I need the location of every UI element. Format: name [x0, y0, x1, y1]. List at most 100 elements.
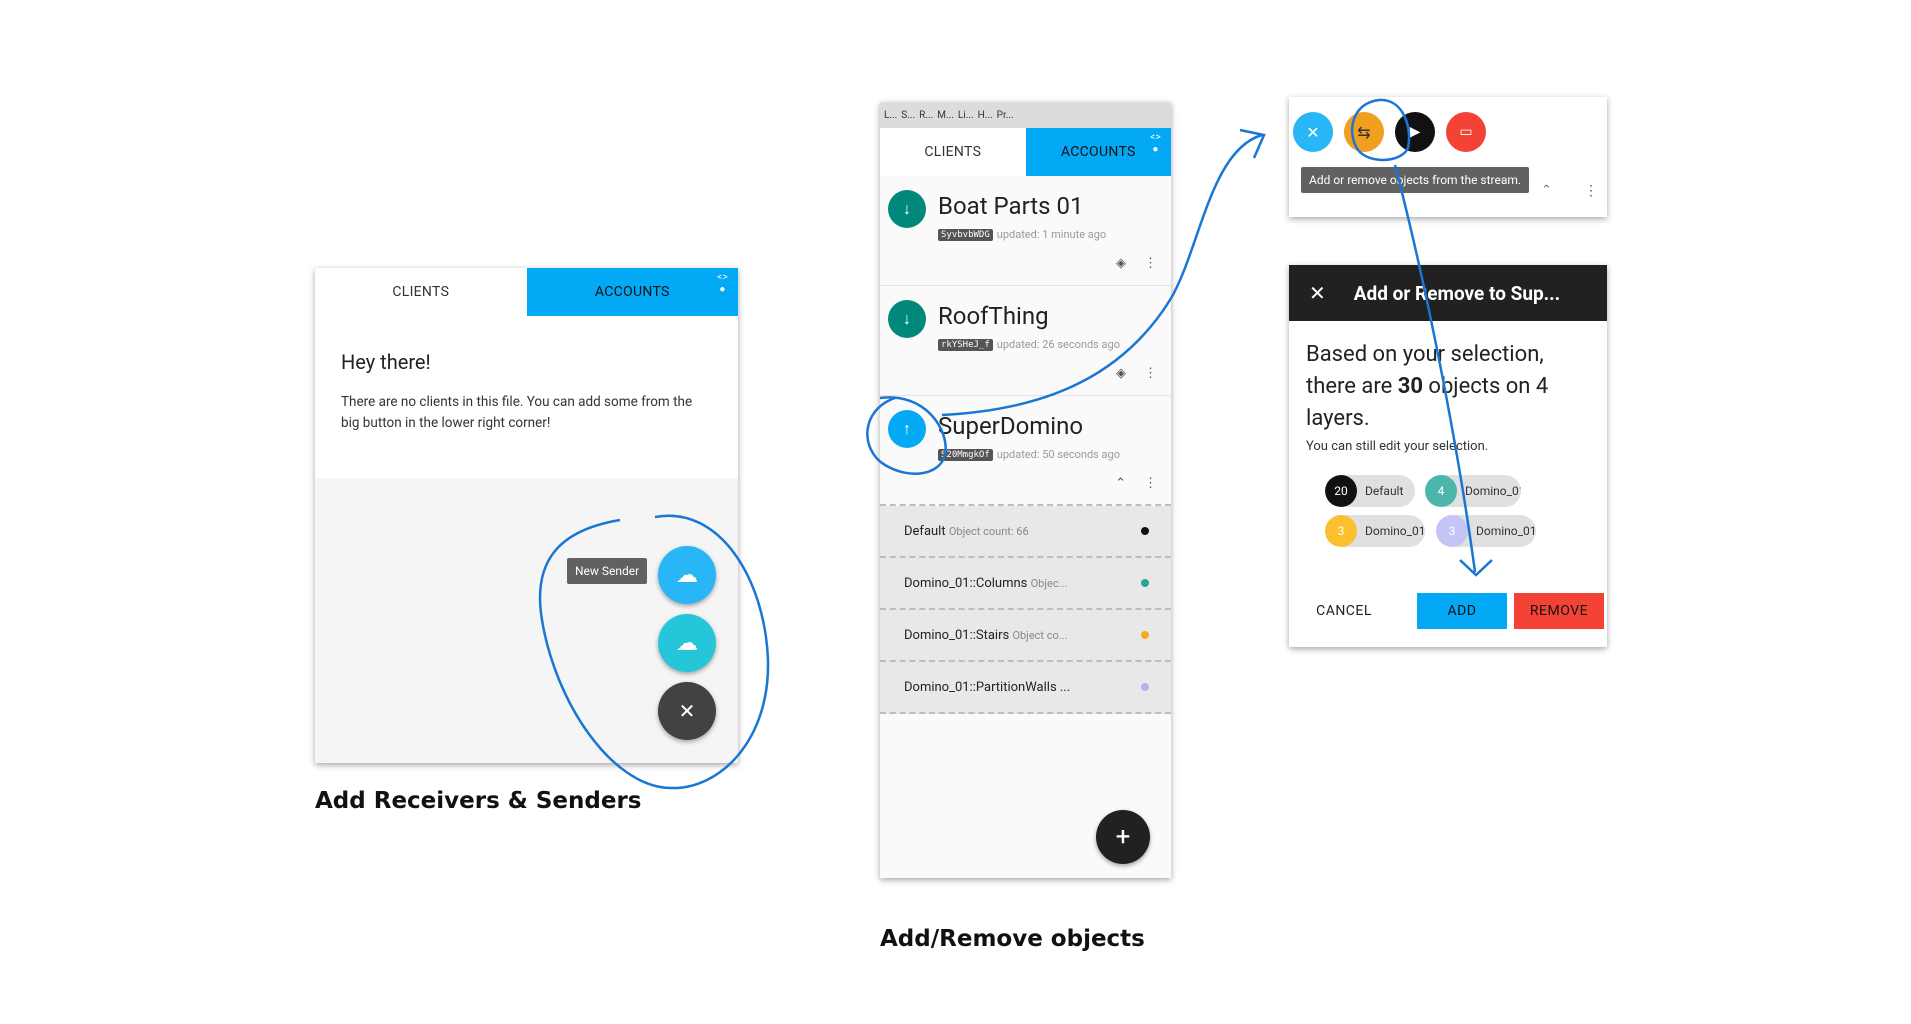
layer-color-dot — [1141, 683, 1149, 691]
client-name: Boat Parts 01 — [938, 192, 1084, 220]
bug-icon[interactable]: ● — [719, 284, 725, 296]
browser-tab[interactable]: L... — [884, 110, 897, 121]
tab-clients[interactable]: CLIENTS — [880, 128, 1026, 176]
client-card[interactable]: ↓ RoofThing rkYSHeJ_f updated: 26 second… — [880, 286, 1171, 396]
client-meta: rkYSHeJ_f updated: 26 seconds ago — [938, 338, 1120, 351]
plus-icon: + — [1115, 822, 1131, 852]
close-fab-button[interactable]: ✕ — [658, 682, 716, 740]
browser-tab[interactable]: M... — [937, 110, 954, 121]
chip-label: Domino_01: — [1476, 524, 1536, 538]
remove-button[interactable]: REMOVE — [1514, 593, 1604, 629]
client-card[interactable]: ↓ Boat Parts 01 SyvbvbWDG updated: 1 min… — [880, 176, 1171, 286]
layer-chip[interactable]: 3 Domino_01: — [1325, 515, 1425, 547]
empty-state-heading: Hey there! — [341, 350, 431, 374]
browser-tab[interactable]: Li... — [958, 110, 974, 121]
tab-accounts[interactable]: ACCOUNTS <> ● — [526, 268, 738, 316]
sender-up-icon[interactable]: ↑ — [888, 410, 926, 448]
close-icon: ✕ — [678, 699, 696, 723]
layer-row[interactable]: Domino_01::Stairs Object co... — [880, 610, 1171, 662]
play-button[interactable]: ▶ — [1395, 112, 1435, 152]
layer-chip[interactable]: 20 Default — [1325, 475, 1415, 507]
add-button[interactable]: ADD — [1417, 593, 1507, 629]
receiver-down-icon[interactable]: ↓ — [888, 300, 926, 338]
stream-id-badge: SyvbvbWDG — [938, 228, 993, 241]
updated-text: updated: 50 seconds ago — [996, 448, 1120, 461]
dev-tools: <> ● — [717, 272, 728, 296]
updated-text: updated: 26 seconds ago — [996, 338, 1120, 351]
layer-color-dot — [1141, 579, 1149, 587]
dialog-header: ✕ Add or Remove to Sup... — [1289, 265, 1607, 321]
receiver-down-icon[interactable]: ↓ — [888, 190, 926, 228]
code-icon[interactable]: <> — [1150, 132, 1161, 144]
client-name: RoofThing — [938, 302, 1049, 330]
layer-row[interactable]: Default Object count: 66 — [880, 506, 1171, 558]
layer-name: Domino_01::PartitionWalls ... — [904, 679, 1071, 695]
code-icon[interactable]: <> — [717, 272, 728, 284]
cloud-upload-icon: ☁ — [676, 562, 698, 588]
new-sender-button[interactable]: ☁ — [658, 546, 716, 604]
more-vert-icon[interactable]: ⋮ — [1144, 366, 1157, 381]
client-card[interactable]: ↑ SuperDomino S20MmgkOf updated: 50 seco… — [880, 396, 1171, 506]
chip-label: Domino_01: — [1465, 484, 1521, 498]
layer-color-dot — [1141, 631, 1149, 639]
chip-count: 3 — [1436, 515, 1468, 547]
new-receiver-button[interactable]: ☁ — [658, 614, 716, 672]
tab-clients[interactable]: CLIENTS — [315, 268, 527, 316]
cancel-button[interactable]: CANCEL — [1304, 593, 1384, 629]
delete-button[interactable]: ▭ — [1446, 112, 1486, 152]
layer-chip[interactable]: 3 Domino_01: — [1436, 515, 1536, 547]
client-name: SuperDomino — [938, 412, 1084, 440]
layer-chip[interactable]: 4 Domino_01: — [1425, 475, 1521, 507]
dialog-note: You can still edit your selection. — [1306, 439, 1489, 454]
chevron-up-icon[interactable]: ⌃ — [1115, 476, 1126, 491]
tab-accounts-label: ACCOUNTS — [1060, 144, 1136, 160]
cloud-download-icon: ☁ — [676, 630, 698, 656]
browser-tab[interactable]: H... — [978, 110, 993, 121]
chevron-up-icon[interactable]: ⌃ — [1541, 183, 1552, 198]
layer-label: Domino_01::Columns Objec... — [904, 576, 1067, 591]
caption-add-remove-objects: Add/Remove objects — [880, 926, 1145, 952]
browser-tab-strip: L... S... R... M... Li... H... Pr... — [880, 102, 1171, 128]
browser-tab[interactable]: S... — [901, 110, 915, 121]
browser-tab[interactable]: R... — [919, 110, 933, 121]
stream-id-badge: S20MmgkOf — [938, 448, 993, 461]
add-client-button[interactable]: + — [1096, 810, 1150, 864]
browser-tab[interactable]: Pr... — [997, 110, 1014, 121]
close-icon[interactable]: ✕ — [1309, 281, 1326, 305]
more-vert-icon[interactable]: ⋮ — [1144, 256, 1157, 271]
empty-state-card: Hey there! There are no clients in this … — [315, 316, 738, 478]
bug-icon[interactable]: ● — [1152, 144, 1158, 156]
chip-count: 20 — [1325, 475, 1357, 507]
layer-name: Domino_01::Stairs — [904, 627, 1010, 643]
empty-state-body: There are no clients in this file. You c… — [341, 394, 693, 431]
layers-icon[interactable]: ◈ — [1116, 256, 1126, 271]
client-meta: SyvbvbWDG updated: 1 minute ago — [938, 228, 1106, 241]
more-vert-icon[interactable]: ⋮ — [1584, 183, 1598, 199]
layer-label: Domino_01::Stairs Object co... — [904, 628, 1067, 643]
more-vert-icon[interactable]: ⋮ — [1144, 476, 1157, 491]
layer-sub: Objec... — [1030, 576, 1068, 590]
layer-name: Domino_01::Columns — [904, 575, 1028, 591]
tab-bar: CLIENTS ACCOUNTS <> ● — [315, 268, 738, 316]
client-actions: ◈ ⋮ — [1116, 256, 1157, 271]
layer-row[interactable]: Domino_01::PartitionWalls ... — [880, 662, 1171, 714]
layer-list: Default Object count: 66 Domino_01::Colu… — [880, 504, 1171, 716]
close-icon: ✕ — [1306, 122, 1320, 142]
dev-tools: <> ● — [1150, 132, 1161, 156]
close-button[interactable]: ✕ — [1293, 112, 1333, 152]
stream-toolbar-panel: ✕ ⇆ ▶ ▭ Add or remove objects from the s… — [1289, 97, 1607, 217]
layer-sub: Object count: 66 — [948, 524, 1029, 538]
chip-label: Domino_01: — [1365, 524, 1425, 538]
layers-icon[interactable]: ◈ — [1116, 366, 1126, 381]
layer-color-dot — [1141, 527, 1149, 535]
dialog-summary: Based on your selection, there are 30 ob… — [1289, 321, 1607, 435]
add-remove-dialog: ✕ Add or Remove to Sup... Based on your … — [1289, 265, 1607, 647]
new-sender-tooltip: New Sender — [567, 558, 648, 584]
tab-accounts[interactable]: ACCOUNTS <> ● — [1025, 128, 1171, 176]
middle-panel: L... S... R... M... Li... H... Pr... CLI… — [880, 102, 1171, 878]
client-actions: ◈ ⋮ — [1116, 366, 1157, 381]
layer-row[interactable]: Domino_01::Columns Objec... — [880, 558, 1171, 610]
add-remove-objects-button[interactable]: ⇆ — [1344, 112, 1384, 152]
layer-label: Domino_01::PartitionWalls ... — [904, 680, 1070, 695]
tab-bar: CLIENTS ACCOUNTS <> ● — [880, 128, 1171, 176]
